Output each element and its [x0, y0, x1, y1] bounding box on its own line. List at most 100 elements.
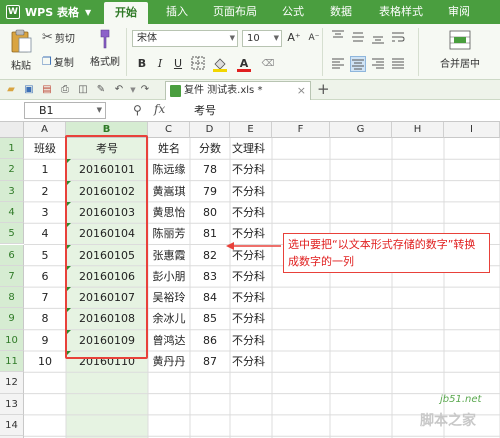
row-header-8[interactable]: 8 [0, 287, 24, 309]
cell-track[interactable]: 不分科 [230, 223, 272, 244]
fill-color-icon[interactable] [212, 56, 228, 72]
cell-exam-no[interactable]: 20160101 [66, 159, 148, 180]
column-header-f[interactable]: F [272, 122, 330, 138]
header-cell-name[interactable]: 姓名 [148, 138, 190, 159]
save-icon[interactable]: ▣ [22, 83, 36, 97]
row-header-1[interactable]: 1 [0, 138, 24, 160]
cell-score[interactable]: 85 [190, 308, 230, 329]
cell-score[interactable]: 79 [190, 181, 230, 202]
cell-name[interactable]: 黄嵩琪 [148, 181, 190, 202]
tab-data[interactable]: 数据 [324, 0, 358, 24]
cell-track[interactable]: 不分科 [230, 181, 272, 202]
align-right-icon[interactable] [370, 56, 386, 72]
cell-class[interactable]: 7 [24, 287, 66, 308]
row-header-7[interactable]: 7 [0, 265, 24, 288]
cell-name[interactable]: 张惠霞 [148, 245, 190, 266]
cell-name[interactable]: 余冰儿 [148, 308, 190, 329]
cell-name[interactable]: 吴裕玲 [148, 287, 190, 308]
row-header-5[interactable]: 5 [0, 223, 24, 245]
cell-score[interactable]: 83 [190, 266, 230, 287]
cell-name[interactable]: 黄丹丹 [148, 351, 190, 372]
wrap-text-icon[interactable] [390, 30, 406, 46]
header-cell-class[interactable]: 班级 [24, 138, 66, 159]
cell-exam-no[interactable]: 20160110 [66, 351, 148, 372]
header-cell-exam-no[interactable]: 考号 [66, 138, 148, 159]
row-header-11[interactable]: 11 [0, 351, 24, 373]
bold-button[interactable]: B [134, 56, 150, 72]
cell-exam-no[interactable]: 20160106 [66, 265, 148, 287]
cell-track[interactable]: 不分科 [230, 202, 272, 223]
cell-track[interactable]: 不分科 [230, 351, 272, 372]
row-header-4[interactable]: 4 [0, 201, 24, 224]
print-preview-icon[interactable]: ◫ [76, 83, 90, 97]
merge-center-button[interactable]: 合并居中 [428, 28, 492, 70]
format-painter-icon[interactable]: ✎ [94, 83, 108, 97]
cell-class[interactable]: 3 [24, 202, 66, 223]
cell-score[interactable]: 86 [190, 330, 230, 351]
select-all-corner[interactable] [0, 122, 24, 138]
print-icon[interactable]: ⎙ [58, 83, 72, 97]
cell-exam-no[interactable]: 20160102 [66, 180, 148, 202]
row-header-10[interactable]: 10 [0, 329, 24, 351]
clear-format-icon[interactable]: ⌫ [260, 56, 276, 72]
align-bottom-icon[interactable] [370, 30, 386, 46]
cell-exam-no[interactable]: 20160109 [66, 329, 148, 351]
borders-icon[interactable] [190, 56, 206, 72]
cell-track[interactable]: 不分科 [230, 330, 272, 351]
open-folder-icon[interactable]: ▰ [4, 83, 18, 97]
name-box[interactable]: B1 ▼ [24, 102, 106, 119]
cell-score[interactable]: 78 [190, 159, 230, 180]
cell-track[interactable]: 不分科 [230, 159, 272, 180]
cell-name[interactable]: 彭小朋 [148, 266, 190, 287]
cell-score[interactable]: 80 [190, 202, 230, 223]
grow-font-button[interactable]: A⁺ [286, 30, 302, 46]
row-header-3[interactable]: 3 [0, 180, 24, 202]
new-tab-button[interactable]: + [317, 80, 330, 99]
undo-icon[interactable]: ↶ [112, 83, 126, 97]
cell-class[interactable]: 8 [24, 308, 66, 329]
cell-class[interactable]: 5 [24, 245, 66, 266]
cell-exam-no[interactable]: 20160107 [66, 287, 148, 308]
format-painter-button[interactable]: 格式刷 [88, 28, 122, 68]
column-header-g[interactable]: G [330, 122, 392, 138]
tab-formulas[interactable]: 公式 [276, 0, 310, 24]
row-header-6[interactable]: 6 [0, 244, 24, 266]
row-header-9[interactable]: 9 [0, 308, 24, 330]
align-middle-icon[interactable] [350, 30, 366, 46]
tab-home[interactable]: 开始 [104, 2, 148, 24]
font-name-combo[interactable]: 宋体 ▼ [132, 30, 238, 47]
font-size-combo[interactable]: 10 ▼ [242, 30, 282, 47]
row-header-13[interactable]: 13 [0, 393, 24, 415]
column-header-e[interactable]: E [230, 122, 272, 138]
copy-button[interactable]: ❐ 复制 [42, 54, 74, 69]
cell-track[interactable]: 不分科 [230, 245, 272, 266]
paste-button[interactable]: 粘贴 [4, 28, 38, 72]
column-header-a[interactable]: A [24, 122, 66, 138]
tab-table-style[interactable]: 表格样式 [374, 0, 428, 24]
cell-name[interactable]: 曾鸿达 [148, 330, 190, 351]
row-header-12[interactable]: 12 [0, 372, 24, 394]
cell-track[interactable]: 不分科 [230, 287, 272, 308]
cell-score[interactable]: 81 [190, 223, 230, 244]
cell-class[interactable]: 10 [24, 351, 66, 372]
app-menu-button[interactable]: W WPS 表格 ▼ [0, 0, 96, 24]
tab-page-layout[interactable]: 页面布局 [208, 0, 262, 24]
spreadsheet-grid[interactable]: ABCDEFGHI 123456789101112131415 班级考号姓名分数… [0, 122, 500, 438]
cell-name[interactable]: 陈远缘 [148, 159, 190, 180]
cell-class[interactable]: 9 [24, 330, 66, 351]
shrink-font-button[interactable]: A⁻ [306, 30, 322, 46]
formula-input[interactable]: 考号 [186, 102, 496, 119]
cell-class[interactable]: 1 [24, 159, 66, 180]
align-left-icon[interactable] [330, 56, 346, 72]
document-tab[interactable]: 复件 测试表.xls * × [165, 81, 311, 100]
italic-button[interactable]: I [152, 56, 168, 72]
cell-class[interactable]: 6 [24, 266, 66, 287]
row-header-14[interactable]: 14 [0, 414, 24, 437]
cell-exam-no[interactable]: 20160104 [66, 223, 148, 244]
cell-exam-no[interactable]: 20160103 [66, 201, 148, 223]
cell-track[interactable]: 不分科 [230, 308, 272, 329]
close-icon[interactable]: × [297, 82, 306, 100]
cell-name[interactable]: 陈丽芳 [148, 223, 190, 244]
column-header-h[interactable]: H [392, 122, 444, 138]
function-button[interactable]: fx [154, 102, 165, 116]
